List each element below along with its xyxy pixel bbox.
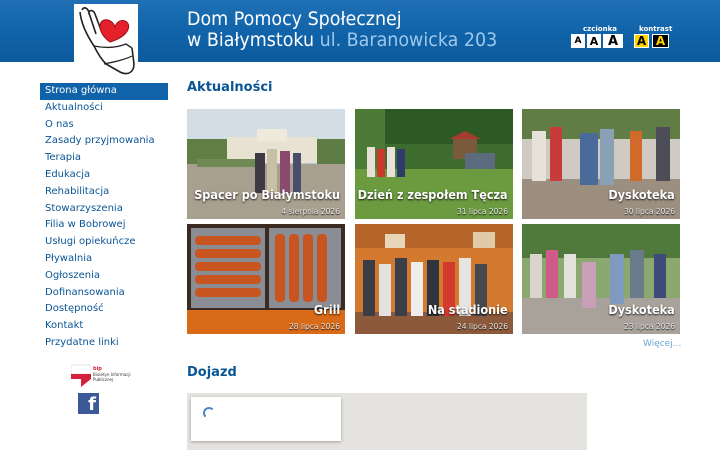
sidebar-item-o-nas[interactable]: O nas	[40, 117, 168, 134]
news-photo	[355, 109, 513, 219]
sidebar-item-uslugi-opiekuncze[interactable]: Usługi opiekuńcze	[40, 234, 168, 251]
news-tile-caption: Grill	[313, 302, 340, 317]
news-tile-date: 4 sierpnia 2026	[281, 207, 340, 216]
site-title-line2: w Białymstoku	[187, 29, 315, 51]
sidebar-item-stowarzyszenia[interactable]: Stowarzyszenia	[40, 201, 168, 218]
sidebar-item-dostepnosc[interactable]: Dostępność	[40, 301, 168, 318]
news-tile[interactable]: Dzień z zespołem Tęcza 31 lipca 2026	[355, 109, 513, 219]
contrast-dark-button[interactable]: A	[652, 34, 669, 48]
news-photo	[187, 224, 345, 334]
heart-in-hand-icon	[74, 4, 138, 78]
more-news-link[interactable]: Więcej...	[643, 339, 681, 349]
sidebar-item-zasady-przyjmowania[interactable]: Zasady przyjmowania	[40, 133, 168, 150]
sidebar-item-filia-w-bobrowej[interactable]: Filia w Bobrowej	[40, 217, 168, 234]
news-tile-caption: Dyskoteka	[608, 302, 675, 317]
news-photo	[522, 109, 680, 219]
news-photo	[522, 224, 680, 334]
font-size-large-button[interactable]: A	[603, 34, 623, 49]
sidebar-item-ogloszenia[interactable]: Ogłoszenia	[40, 268, 168, 285]
bip-flag-icon	[71, 364, 91, 387]
loading-spinner-icon	[203, 407, 215, 419]
news-tile[interactable]: Grill 28 lipca 2026	[187, 224, 345, 334]
sidebar-nav: Strona główna Aktualności O nas Zasady p…	[40, 83, 168, 352]
site-address: ul. Baranowicka 203	[319, 29, 498, 51]
news-photo	[187, 109, 345, 219]
sidebar-item-kontakt[interactable]: Kontakt	[40, 318, 168, 335]
font-size-medium-button[interactable]: A	[587, 34, 601, 48]
map-info-card	[191, 397, 341, 441]
font-size-small-button[interactable]: A	[571, 34, 585, 48]
sidebar-item-rehabilitacja[interactable]: Rehabilitacja	[40, 184, 168, 201]
news-tile-caption: Dyskoteka	[608, 187, 675, 202]
news-tile-date: 31 lipca 2026	[456, 207, 508, 216]
sidebar-item-edukacja[interactable]: Edukacja	[40, 167, 168, 184]
news-tile[interactable]: Dyskoteka 23 lipca 2026	[522, 224, 680, 334]
logo[interactable]	[74, 4, 138, 78]
news-tile[interactable]: Dyskoteka 30 lipca 2026	[522, 109, 680, 219]
news-tile-date: 30 lipca 2026	[623, 207, 675, 216]
bip-text: Biuletyn Informacji Publicznej	[93, 372, 131, 382]
news-heading: Aktualności	[187, 80, 273, 95]
news-tile-date: 28 lipca 2026	[288, 322, 340, 331]
news-tile-date: 23 lipca 2026	[623, 322, 675, 331]
news-photo	[355, 224, 513, 334]
news-tile[interactable]: Na stadionie 24 lipca 2026	[355, 224, 513, 334]
sidebar-item-dofinansowania[interactable]: Dofinansowania	[40, 285, 168, 302]
news-tile-caption: Dzień z zespołem Tęcza	[358, 187, 508, 202]
sidebar-item-terapia[interactable]: Terapia	[40, 150, 168, 167]
font-size-label: czcionka	[583, 25, 617, 33]
directions-heading: Dojazd	[187, 365, 237, 380]
facebook-icon[interactable]: f	[78, 393, 99, 414]
sidebar-item-strona-glowna[interactable]: Strona główna	[40, 83, 168, 100]
sidebar-item-plywalnia[interactable]: Pływalnia	[40, 251, 168, 268]
contrast-yellow-button[interactable]: A	[634, 34, 649, 48]
news-tile-caption: Spacer po Białymstoku	[194, 187, 340, 202]
site-title[interactable]: Dom Pomocy Społecznej w Białymstoku ul. …	[187, 9, 497, 51]
site-title-line1: Dom Pomocy Społecznej	[187, 8, 402, 30]
news-tile-caption: Na stadionie	[428, 302, 508, 317]
news-tile-date: 24 lipca 2026	[456, 322, 508, 331]
news-tile[interactable]: Spacer po Białymstoku 4 sierpnia 2026	[187, 109, 345, 219]
bip-link[interactable]: bip Biuletyn Informacji Publicznej	[71, 363, 141, 387]
contrast-label: kontrast	[639, 25, 673, 33]
sidebar-item-przydatne-linki[interactable]: Przydatne linki	[40, 335, 168, 352]
sidebar-item-aktualnosci[interactable]: Aktualności	[40, 100, 168, 117]
map-embed[interactable]	[187, 393, 587, 450]
